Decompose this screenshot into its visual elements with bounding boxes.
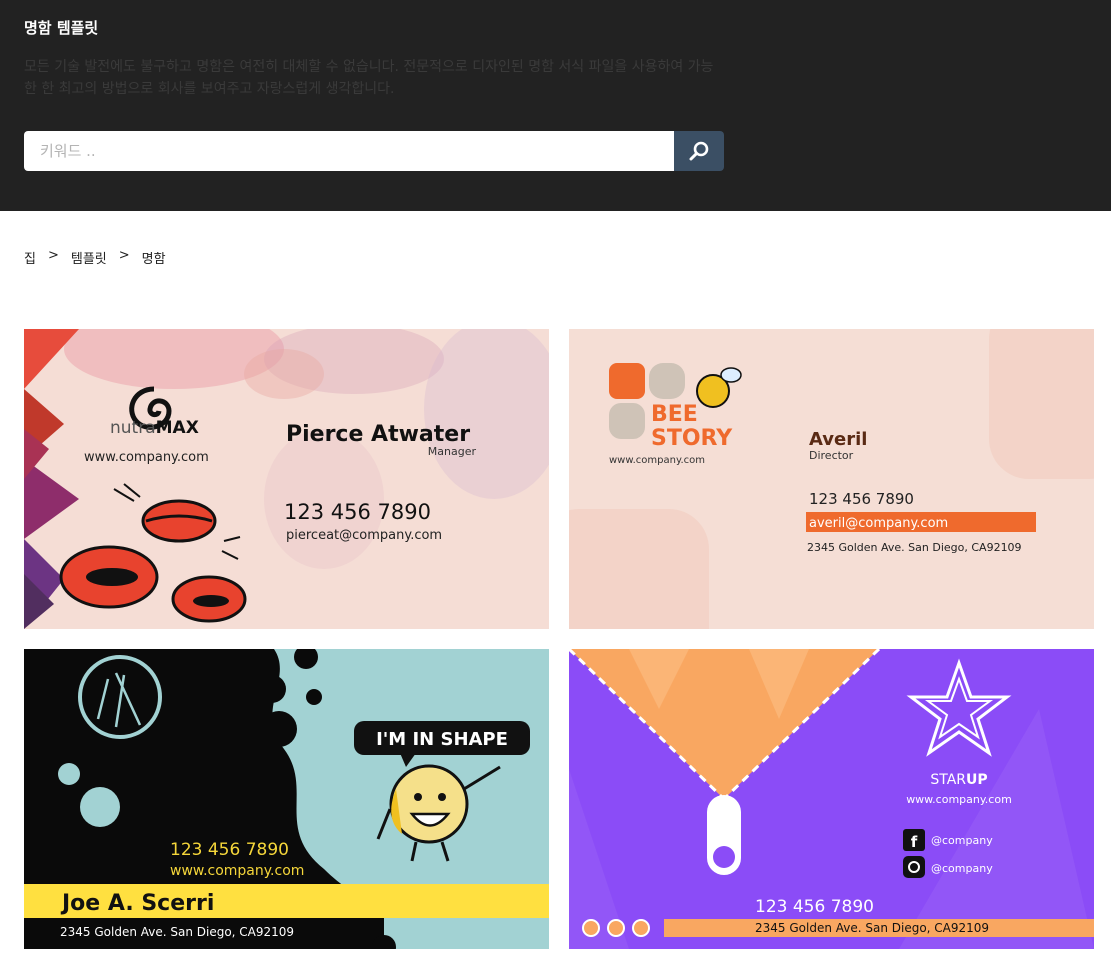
template-card-bee-story[interactable]: BEE STORY www.company.com Averil Directo… (569, 329, 1094, 629)
hero-banner: 명함 템플릿 모든 기술 발전에도 불구하고 명함은 여전히 대체할 수 없습니… (0, 0, 1111, 211)
page-description: 모든 기술 발전에도 불구하고 명함은 여전히 대체할 수 없습니다. 전문적으… (24, 59, 714, 97)
card-facebook: @company (931, 834, 993, 847)
svg-text:f: f (911, 833, 918, 851)
template-card-starup[interactable]: STARUP www.company.com f @company @compa… (569, 649, 1094, 949)
card-name: Joe A. Scerri (60, 891, 214, 916)
card-website: www.company.com (609, 455, 705, 466)
svg-text:STARUP: STARUP (930, 772, 987, 788)
card-brand-line2: STORY (651, 426, 733, 451)
card-role: Director (809, 449, 854, 462)
search-icon (689, 141, 709, 161)
card-website: www.company.com (84, 450, 209, 465)
card-name: Averil (809, 429, 867, 450)
card-preview: nutraMAX www.company.com Pierce Atwater … (24, 329, 549, 629)
card-brand-line1: BEE (651, 402, 698, 427)
instagram-icon (903, 856, 925, 878)
card-phone: 123 456 7890 (170, 840, 289, 860)
search-button[interactable] (674, 131, 724, 171)
card-phone: 123 456 7890 (755, 897, 874, 917)
card-address: 2345 Golden Ave. San Diego, CA92109 (807, 541, 1022, 554)
template-card-im-in-shape[interactable]: I'M IN SHAPE 123 456 7890 www.company.co… (24, 649, 549, 949)
card-name: Pierce Atwater (286, 422, 470, 447)
card-address: 2345 Golden Ave. San Diego, CA92109 (755, 921, 989, 935)
card-email: averil@company.com (809, 516, 948, 531)
card-preview: I'M IN SHAPE 123 456 7890 www.company.co… (24, 649, 549, 949)
page-title: 명함 템플릿 (24, 19, 99, 37)
search-input[interactable] (24, 131, 674, 171)
card-brand-pre: nutra (110, 418, 156, 438)
card-brand-bold: MAX (156, 418, 199, 438)
card-preview: BEE STORY www.company.com Averil Directo… (569, 329, 1094, 629)
card-role: Manager (428, 445, 477, 458)
card-instagram: @company (931, 862, 993, 875)
svg-text:nutraMAX: nutraMAX (110, 418, 199, 438)
card-phone: 123 456 7890 (809, 490, 914, 508)
breadcrumb-current: 명함 (141, 252, 166, 267)
card-brand-bold: UP (966, 772, 988, 788)
breadcrumb-templates[interactable]: 템플릿 (71, 248, 107, 267)
card-phone: 123 456 7890 (284, 500, 431, 524)
breadcrumb-home[interactable]: 집 (24, 248, 36, 267)
breadcrumb-separator: > (118, 248, 130, 263)
template-card-nutramax[interactable]: nutraMAX www.company.com Pierce Atwater … (24, 329, 549, 629)
card-brand-pre: STAR (930, 772, 966, 788)
breadcrumb-separator: > (47, 248, 59, 263)
card-preview: STARUP www.company.com f @company @compa… (569, 649, 1094, 949)
breadcrumb: 집 > 템플릿 > 명함 (24, 248, 166, 267)
card-bubble: I'M IN SHAPE (376, 729, 508, 750)
card-email: pierceat@company.com (286, 528, 442, 543)
card-website: www.company.com (906, 793, 1012, 806)
card-address: 2345 Golden Ave. San Diego, CA92109 (60, 925, 294, 939)
card-website: www.company.com (170, 863, 304, 879)
